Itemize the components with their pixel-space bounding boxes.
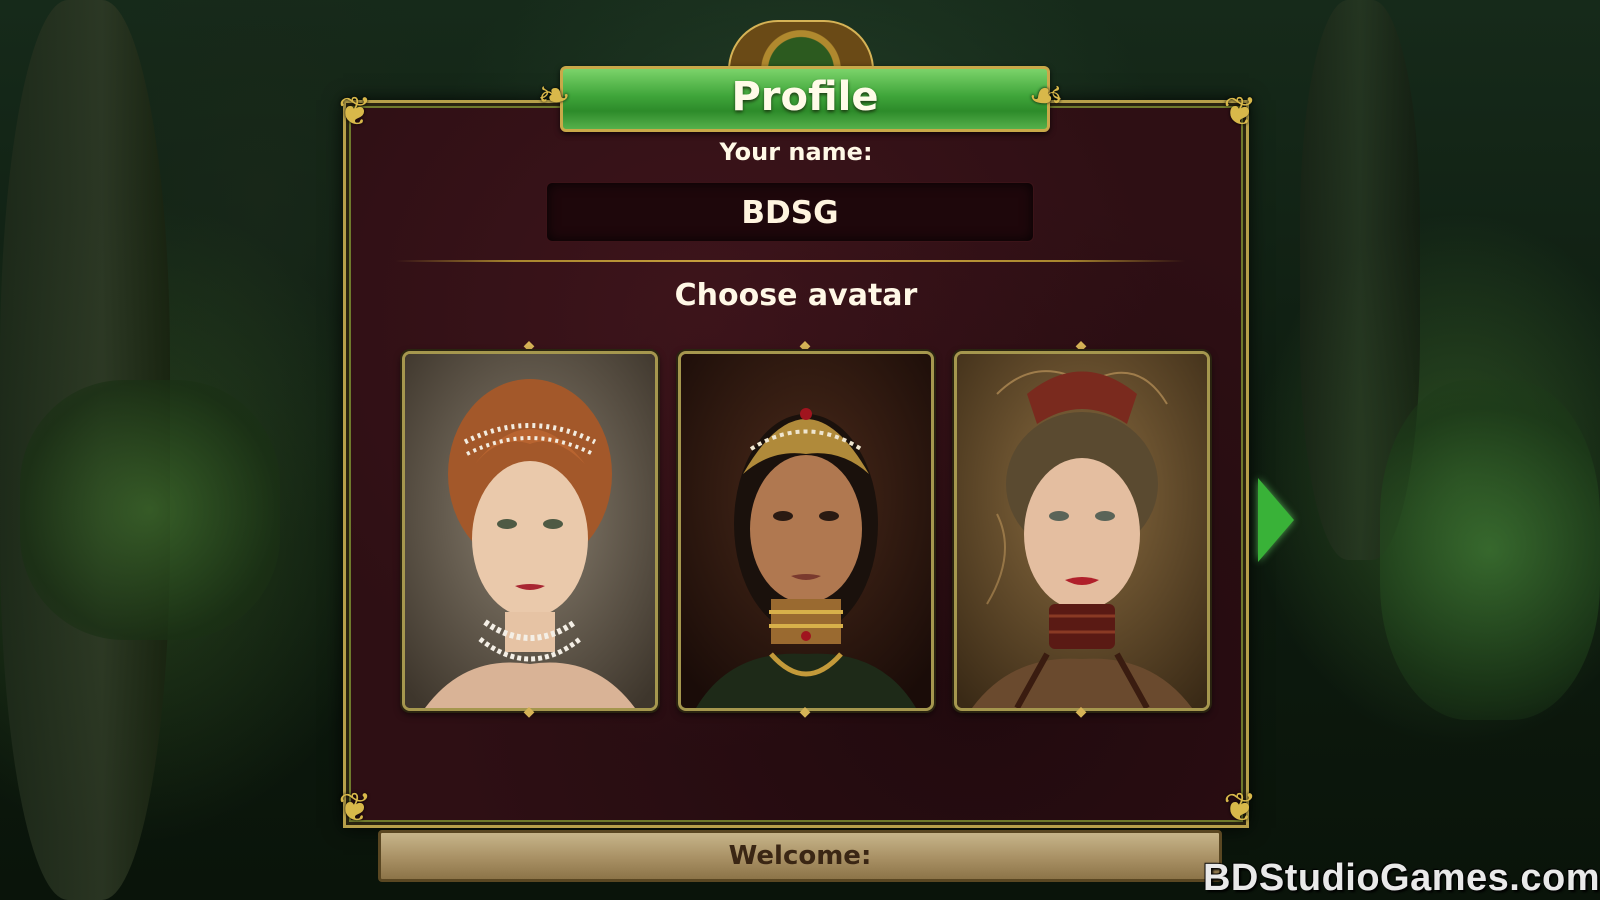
corner-ornament-icon: ❦ xyxy=(1223,785,1257,831)
avatar-steampunk-lady-icon xyxy=(957,354,1207,708)
next-arrow-icon[interactable] xyxy=(1258,478,1294,562)
name-input[interactable]: BDSG xyxy=(546,182,1034,242)
avatar-option-1[interactable] xyxy=(402,351,658,711)
avatar-frame-ornament-icon: ◆ xyxy=(523,704,535,720)
avatar-option-3[interactable] xyxy=(954,351,1210,711)
avatar-frame-ornament-icon: ◆ xyxy=(523,338,535,354)
watermark: BDStudioGames.com xyxy=(1202,857,1600,899)
section-divider xyxy=(395,260,1185,262)
avatar-frame-ornament-icon: ◆ xyxy=(799,338,811,354)
name-label: Your name: xyxy=(719,138,873,166)
avatar-frame-ornament-icon: ◆ xyxy=(799,704,811,720)
welcome-bar: Welcome: xyxy=(378,830,1222,882)
dialog-title: Profile xyxy=(731,74,879,120)
foliage-left xyxy=(20,380,280,640)
avatar-frame-ornament-icon: ◆ xyxy=(1075,704,1087,720)
foliage-right xyxy=(1380,380,1600,720)
avatar-option-2[interactable] xyxy=(678,351,934,711)
corner-ornament-icon: ❦ xyxy=(338,785,372,831)
avatar-heading: Choose avatar xyxy=(674,278,918,313)
avatar-golden-crown-lady-icon xyxy=(681,354,931,708)
avatar-pearl-lady-icon xyxy=(405,354,655,708)
corner-ornament-icon: ❦ xyxy=(1223,89,1257,135)
avatar-frame-ornament-icon: ◆ xyxy=(1075,338,1087,354)
corner-ornament-icon: ❦ xyxy=(338,89,372,135)
